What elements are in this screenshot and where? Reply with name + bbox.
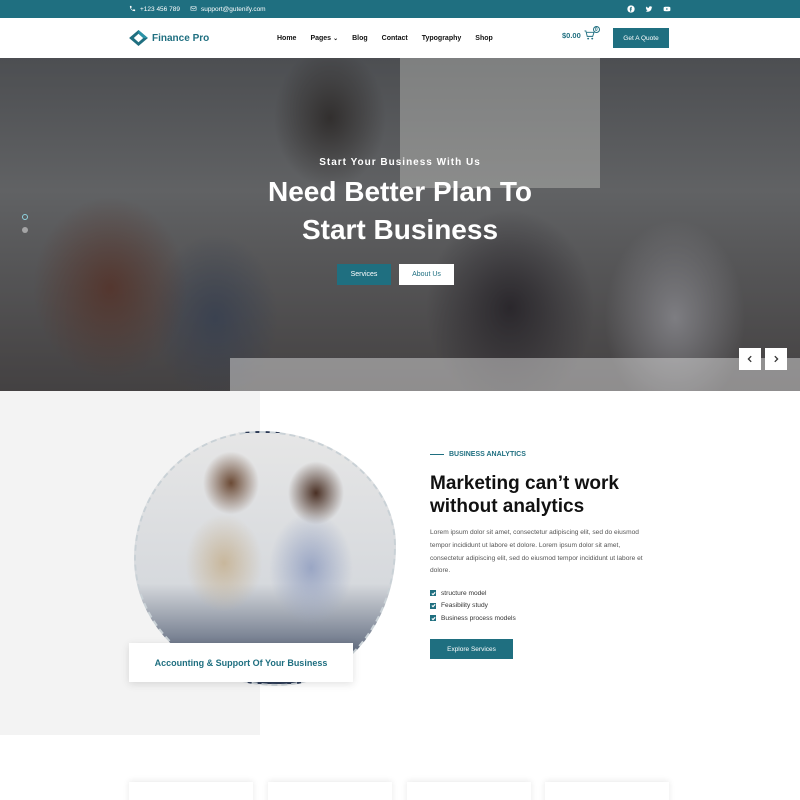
facebook-icon[interactable] [627,5,635,13]
nav-label: Contact [381,34,408,42]
service-card[interactable] [129,782,253,800]
nav-item-blog[interactable]: Blog [352,35,368,42]
cart-count-badge: 0 [592,26,600,33]
phone-icon [129,5,136,14]
chevron-right-icon [774,355,779,363]
services-button[interactable]: Services [337,264,391,285]
eyebrow: BUSINESS ANALYTICS [430,451,526,458]
slider-dot-2[interactable] [22,227,28,233]
list-item-label: structure model [441,589,487,597]
youtube-icon[interactable] [663,5,671,13]
paragraph-line: dolore. [430,567,451,575]
nav-label: Pages [310,34,332,42]
get-a-quote-button[interactable]: Get A Quote [613,28,669,48]
eyebrow-label: BUSINESS ANALYTICS [449,451,526,458]
paragraph-line: consectetur adipiscing elit, sed do eius… [430,554,643,562]
main-nav: Home Pages ⌄ Blog Contact Typography Shop [277,18,493,58]
prev-slide-button[interactable] [739,348,761,370]
chevron-down-icon: ⌄ [333,35,339,42]
hero-title-line2: Start Business [301,214,499,245]
nav-label: Home [277,34,297,42]
about-paragraph: Lorem ipsum dolor sit amet, consectetur … [430,527,670,578]
twitter-icon[interactable] [645,5,653,13]
service-card[interactable] [545,782,669,800]
social-links [627,0,671,18]
nav-item-home[interactable]: Home [277,35,296,42]
nav-label: Shop [475,34,493,42]
about-title: Marketing can’t work without analytics [430,472,670,518]
nav-item-typography[interactable]: Typography [422,35,462,42]
checkbox-icon [430,615,436,622]
hero-subtitle: Start Your Business With Us [319,157,481,168]
explore-services-button[interactable]: Explore Services [430,639,513,659]
nav-label: Blog [352,34,368,42]
checkbox-icon [430,602,436,609]
paragraph-line: tempor incididunt ut labore et dolore. L… [430,541,621,549]
hero-buttons: Services About Us [337,264,454,285]
hero-content: Start Your Business With Us Need Better … [0,58,800,391]
checkbox-icon [430,590,436,597]
about-section: Accounting & Support Of Your Business BU… [0,391,800,735]
logo[interactable]: Finance Pro [129,30,209,46]
nav-item-contact[interactable]: Contact [382,35,408,42]
slider-arrows [739,348,787,370]
site-header: Finance Pro Home Pages ⌄ Blog Contact Typ… [0,18,800,58]
cart-icon: 0 [584,26,600,40]
contact-info: +123 456 789 support@gutenify.com [129,0,266,18]
email-address: support@gutenify.com [200,5,266,13]
eyebrow-line [430,454,444,455]
hero-slider: Start Your Business With Us Need Better … [0,58,800,391]
envelope-icon [190,5,197,14]
slider-dot-1[interactable] [22,214,28,220]
slider-dots [22,214,28,233]
paragraph-line: Lorem ipsum dolor sit amet, consectetur … [430,529,639,536]
service-card[interactable] [268,782,392,800]
next-slide-button[interactable] [765,348,787,370]
cart[interactable]: $0.00 0 [562,26,600,40]
list-item-label: Business process models [441,614,516,622]
logo-icon [129,30,148,46]
about-title-line1: Marketing can’t work [430,473,619,494]
list-item: structure model [430,587,516,600]
photo-caption-card: Accounting & Support Of Your Business [129,643,353,682]
phone-item[interactable]: +123 456 789 [129,5,180,14]
email-item[interactable]: support@gutenify.com [190,5,266,14]
nav-item-pages[interactable]: Pages ⌄ [310,35,338,42]
hero-title-line1: Need Better Plan To [268,176,532,207]
logo-text: Finance Pro [152,32,210,44]
hero-title: Need Better Plan To Start Business [200,173,600,249]
list-item: Business process models [430,612,516,625]
list-item: Feasibility study [430,600,516,613]
cart-amount: $0.00 [562,30,581,40]
phone-number: +123 456 789 [140,5,180,13]
about-title-line2: without analytics [430,496,585,517]
nav-label: Typography [421,34,462,42]
service-cards-row [0,735,800,800]
service-card[interactable] [407,782,531,800]
top-bar: +123 456 789 support@gutenify.com [0,0,800,18]
list-item-label: Feasibility study [441,602,488,610]
about-us-button[interactable]: About Us [399,264,454,285]
chevron-left-icon [747,355,752,363]
nav-item-shop[interactable]: Shop [475,35,493,42]
feature-checklist: structure model Feasibility study Busine… [430,587,516,625]
